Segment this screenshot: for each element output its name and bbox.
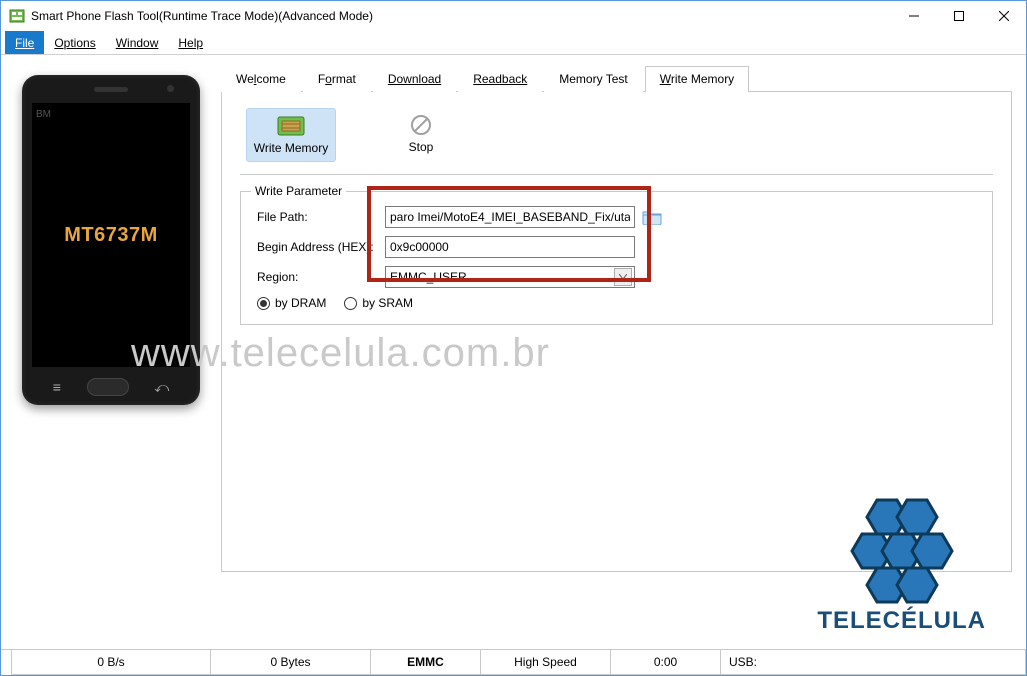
menu-help[interactable]: Help [168,31,213,54]
statusbar: 0 B/s 0 Bytes EMMC High Speed 0:00 USB: [1,649,1026,675]
filepath-input[interactable] [385,206,635,228]
fieldset-legend: Write Parameter [251,184,346,198]
radio-by-sram[interactable]: by SRAM [344,296,413,310]
stop-button[interactable]: Stop [376,108,466,162]
status-bytes: 0 Bytes [211,650,371,675]
status-storage: EMMC [371,650,481,675]
tab-memory-test[interactable]: Memory Test [544,66,642,92]
write-memory-icon [277,115,305,137]
tab-download[interactable]: Download [373,66,456,92]
nav-menu-icon: ≡ [53,379,61,395]
chip-label: MT6737M [64,224,158,247]
tab-write-memory[interactable]: Write Memory [645,66,749,92]
region-label: Region: [257,270,385,284]
radio-icon [257,297,270,310]
browse-button[interactable] [641,207,663,227]
phone-illustration: BM MT6737M ≡ ⤺ [22,75,200,405]
region-value: EMMC_USER [390,270,467,284]
maximize-button[interactable] [936,1,981,31]
tab-strip: Welcome Format Download Readback Memory … [221,65,1012,92]
app-icon [9,8,25,24]
phone-bm-label: BM [36,109,51,120]
tab-welcome[interactable]: Welcome [221,66,301,92]
nav-back-icon: ⤺ [154,379,169,396]
stop-icon [407,114,435,136]
radio-icon [344,297,357,310]
window-titlebar: Smart Phone Flash Tool(Runtime Trace Mod… [1,1,1026,31]
menubar: File Options Window Help [1,31,1026,55]
tab-readback[interactable]: Readback [458,66,542,92]
status-mode: High Speed [481,650,611,675]
close-button[interactable] [981,1,1026,31]
minimize-button[interactable] [891,1,936,31]
status-usb: USB: [721,650,1026,675]
device-preview-pane: BM MT6737M ≡ ⤺ [1,55,221,649]
write-memory-button[interactable]: Write Memory [246,108,336,162]
write-parameter-group: Write Parameter File Path: Begin Address… [240,191,993,325]
nav-home-icon [87,378,129,396]
window-title: Smart Phone Flash Tool(Runtime Trace Mod… [31,9,891,23]
status-speed: 0 B/s [11,650,211,675]
menu-options[interactable]: Options [44,31,105,54]
tab-content: Write Memory Stop Write Parameter File P… [221,92,1012,572]
begin-address-input[interactable] [385,236,635,258]
radio-by-dram[interactable]: by DRAM [257,296,326,310]
folder-icon [642,209,662,225]
menu-file[interactable]: File [5,31,44,54]
status-time: 0:00 [611,650,721,675]
begin-address-label: Begin Address (HEX): [257,240,385,254]
menu-window[interactable]: Window [106,31,169,54]
chevron-down-icon [614,268,632,286]
filepath-label: File Path: [257,210,385,224]
tab-format[interactable]: Format [303,66,371,92]
region-select[interactable]: EMMC_USER [385,266,635,288]
